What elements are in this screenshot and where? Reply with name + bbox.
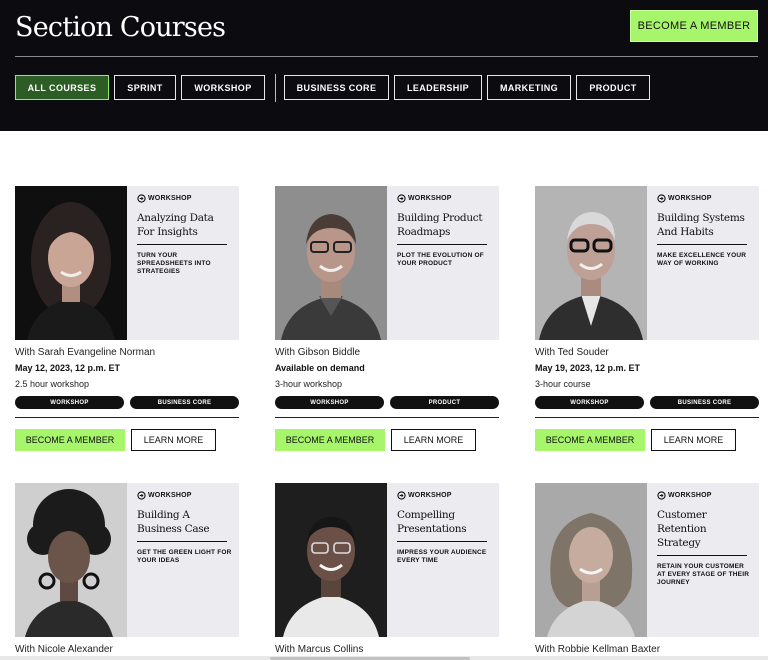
filter-product[interactable]: PRODUCT (576, 75, 650, 100)
course-title: Building Product Roadmaps (397, 212, 483, 238)
course-type-label: WORKSHOP (148, 195, 192, 202)
course-banner[interactable]: WORKSHOP Building Product Roadmaps PLOT … (275, 186, 499, 340)
filter-all-courses[interactable]: ALL COURSES (15, 75, 109, 100)
course-tags: WORKSHOP BUSINESS CORE (535, 396, 759, 409)
course-banner[interactable]: WORKSHOP Building A Business Case GET TH… (15, 483, 239, 637)
course-type-label: WORKSHOP (408, 195, 452, 202)
course-date: Available on demand (275, 363, 365, 373)
course-card[interactable]: WORKSHOP Compelling Presentations IMPRES… (275, 483, 499, 660)
filter-group-divider (275, 74, 276, 102)
workshop-icon (397, 491, 406, 500)
tag-product[interactable]: PRODUCT (390, 396, 499, 409)
card-divider (15, 417, 239, 418)
become-member-button[interactable]: BECOME A MEMBER (15, 429, 125, 451)
banner-divider (137, 244, 227, 245)
instructor-name: With Nicole Alexander (15, 644, 113, 655)
filter-leadership[interactable]: LEADERSHIP (394, 75, 482, 100)
course-banner[interactable]: WORKSHOP Building Systems And Habits MAK… (535, 186, 759, 340)
course-title: Building A Business Case (137, 509, 210, 535)
instructor-photo (15, 483, 127, 637)
instructor-photo (535, 483, 647, 637)
become-member-button[interactable]: BECOME A MEMBER (275, 429, 385, 451)
course-banner[interactable]: WORKSHOP Compelling Presentations IMPRES… (275, 483, 499, 637)
course-subtitle: PLOT THE EVOLUTION OF YOUR PRODUCT (397, 252, 484, 267)
header-divider (15, 56, 758, 57)
course-date: May 12, 2023, 12 p.m. ET (15, 363, 121, 373)
instructor-name: With Robbie Kellman Baxter (535, 644, 661, 655)
become-member-button[interactable]: BECOME A MEMBER (630, 10, 758, 42)
banner-divider (657, 244, 747, 245)
course-type-label: WORKSHOP (668, 195, 712, 202)
instructor-photo (535, 186, 647, 340)
course-format: 3-hour workshop (275, 379, 343, 389)
tag-business-core[interactable]: BUSINESS CORE (650, 396, 759, 409)
workshop-icon (137, 491, 146, 500)
tag-workshop[interactable]: WORKSHOP (275, 396, 384, 409)
tag-business-core[interactable]: BUSINESS CORE (130, 396, 239, 409)
course-card[interactable]: WORKSHOP Customer Retention Strategy RET… (535, 483, 759, 660)
course-tags: WORKSHOP PRODUCT (275, 396, 499, 409)
page-title: Section Courses (15, 12, 226, 43)
banner-divider (137, 541, 227, 542)
workshop-icon (657, 491, 666, 500)
course-title: Customer Retention Strategy (657, 509, 707, 549)
course-tags: WORKSHOP BUSINESS CORE (15, 396, 239, 409)
course-format: 3-hour course (535, 379, 591, 389)
instructor-name: With Marcus Collins (275, 644, 364, 655)
course-date: May 19, 2023, 12 p.m. ET (535, 363, 641, 373)
course-type-label: WORKSHOP (148, 492, 192, 499)
course-title: Analyzing Data For Insights (137, 212, 214, 238)
filter-sprint[interactable]: SPRINT (114, 75, 176, 100)
banner-divider (397, 244, 487, 245)
workshop-icon (657, 194, 666, 203)
course-format: 2.5 hour workshop (15, 379, 90, 389)
card-divider (535, 417, 759, 418)
instructor-photo (15, 186, 127, 340)
filter-marketing[interactable]: MARKETING (487, 75, 571, 100)
learn-more-button[interactable]: LEARN MORE (131, 429, 216, 451)
filter-workshop[interactable]: WORKSHOP (181, 75, 265, 100)
banner-divider (397, 541, 487, 542)
instructor-name: With Ted Souder (535, 347, 609, 358)
instructor-photo (275, 483, 387, 637)
learn-more-button[interactable]: LEARN MORE (651, 429, 736, 451)
tag-workshop[interactable]: WORKSHOP (535, 396, 644, 409)
course-card[interactable]: WORKSHOP Building Systems And Habits MAK… (535, 186, 759, 456)
instructor-name: With Gibson Biddle (275, 347, 361, 358)
course-subtitle: GET THE GREEN LIGHT FOR YOUR IDEAS (137, 549, 232, 564)
course-type-label: WORKSHOP (668, 492, 712, 499)
workshop-icon (137, 194, 146, 203)
course-card[interactable]: WORKSHOP Analyzing Data For Insights TUR… (15, 186, 239, 456)
course-banner[interactable]: WORKSHOP Customer Retention Strategy RET… (535, 483, 759, 637)
course-banner[interactable]: WORKSHOP Analyzing Data For Insights TUR… (15, 186, 239, 340)
course-subtitle: TURN YOUR SPREADSHEETS INTO STRATEGIES (137, 252, 211, 275)
course-card[interactable]: WORKSHOP Building Product Roadmaps PLOT … (275, 186, 499, 456)
tag-workshop[interactable]: WORKSHOP (15, 396, 124, 409)
filter-business-core[interactable]: BUSINESS CORE (284, 75, 389, 100)
instructor-photo (275, 186, 387, 340)
instructor-name: With Sarah Evangeline Norman (15, 347, 156, 358)
banner-divider (657, 555, 747, 556)
course-type-label: WORKSHOP (408, 492, 452, 499)
learn-more-button[interactable]: LEARN MORE (391, 429, 476, 451)
course-card[interactable]: WORKSHOP Building A Business Case GET TH… (15, 483, 239, 660)
become-member-button[interactable]: BECOME A MEMBER (535, 429, 645, 451)
card-divider (275, 417, 499, 418)
course-subtitle: IMPRESS YOUR AUDIENCE EVERY TIME (397, 549, 487, 564)
course-subtitle: MAKE EXCELLENCE YOUR WAY OF WORKING (657, 252, 747, 267)
course-title: Compelling Presentations (397, 509, 467, 535)
workshop-icon (397, 194, 406, 203)
page-header: Section Courses BECOME A MEMBER ALL COUR… (0, 0, 768, 131)
course-subtitle: RETAIN YOUR CUSTOMER AT EVERY STAGE OF T… (657, 563, 750, 586)
course-title: Building Systems And Habits (657, 212, 745, 238)
